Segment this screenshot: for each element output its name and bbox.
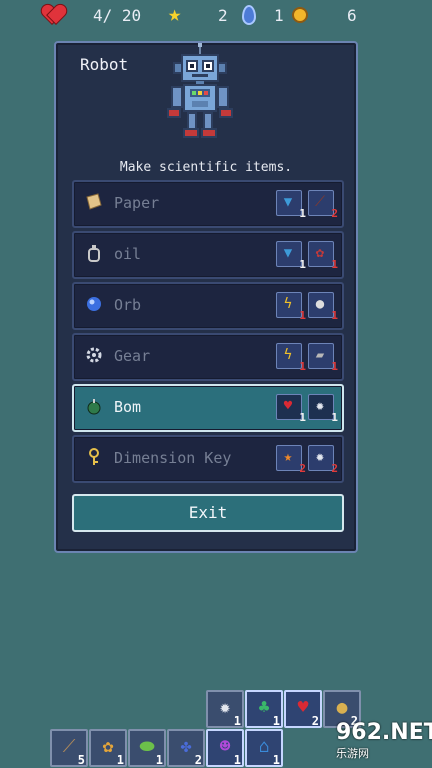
inventory-slot[interactable]: ✹ 1	[206, 690, 244, 728]
recipe-label: Paper	[114, 194, 160, 212]
ingredient-slot: ● 1	[308, 292, 338, 322]
status-bar: 4/ 20 ★ 2 1 6	[0, 0, 432, 30]
gear-icon: ✹	[315, 398, 325, 414]
feather-icon: ⟋	[62, 736, 76, 757]
leaf-icon: ♣	[258, 697, 270, 718]
ingredient-slot: ϟ1	[276, 292, 306, 322]
branch-icon: ⟋	[315, 194, 325, 210]
ingredient-slot: ϟ1	[276, 343, 306, 373]
stars-value: 2	[218, 5, 228, 25]
orb-icon	[87, 297, 101, 311]
lightning-icon: ϟ	[283, 296, 293, 312]
berry-icon: ✿	[315, 245, 325, 261]
watermark-text: 962.NET	[336, 720, 432, 745]
inventory-slot[interactable]: ✤ 2	[167, 729, 205, 767]
seed-icon: ●	[336, 697, 348, 718]
star-icon: ★	[168, 2, 182, 27]
robot-icon	[167, 43, 233, 138]
heart-icon	[42, 5, 64, 25]
flower-icon: ✿	[102, 736, 114, 757]
ingredient-slot: ★ 2	[276, 445, 306, 475]
gear-icon: ✹	[315, 449, 325, 465]
ingredient-slot: ▰ 1	[308, 343, 338, 373]
recipe-dimension-key[interactable]: Dimension Key ★ 2 ✹ 2	[72, 435, 344, 483]
ingredient-slot: ✹ 2	[308, 445, 338, 475]
lightning-icon: ϟ	[283, 347, 293, 363]
recipe-label: Dimension Key	[114, 449, 232, 467]
ingredient-slot: ⟋ 2	[308, 190, 338, 220]
ingredient-slot: ✹ 1	[308, 394, 338, 424]
star-icon: ★	[283, 449, 293, 465]
panel-subtitle: Make scientific items.	[119, 160, 293, 175]
inventory-slot[interactable]: ♣ 1	[245, 690, 283, 728]
hearts-counter	[42, 4, 64, 26]
ingredient-slot: ♥ 1	[276, 394, 306, 424]
bomb-icon	[87, 399, 101, 415]
stone-icon: ●	[315, 296, 325, 312]
inventory-slot[interactable]: ♥ 2	[284, 690, 322, 728]
key-icon	[89, 448, 99, 465]
recipe-oil[interactable]: oil ▼ 1 ✿ 1	[72, 231, 344, 279]
skull-gem-icon: ☻	[219, 736, 231, 757]
watermark-subtext: 乐游网	[336, 747, 369, 760]
crafting-panel: Robot Make scientific items. Paper ▼ 1 ⟋ 2	[54, 41, 358, 553]
recipe-label: Gear	[114, 347, 151, 365]
recipe-label: Bom	[114, 398, 142, 416]
ingredient-slot: ✿ 1	[308, 241, 338, 271]
watermark-logo: 962.NET 乐游网	[336, 720, 432, 768]
recipe-gear[interactable]: Gear ϟ1 ▰ 1	[72, 333, 344, 381]
recipe-bom[interactable]: Bom ♥ 1 ✹ 1	[72, 384, 344, 432]
hearts-value: 4/ 20	[93, 5, 142, 25]
recipe-label: oil	[114, 245, 142, 263]
cloth-icon: ▼	[283, 245, 293, 261]
inventory-slot[interactable]: ☻ 1	[206, 729, 244, 767]
slime-icon: ⬬	[139, 736, 155, 757]
panel-title: Robot	[80, 55, 129, 74]
recipe-paper[interactable]: Paper ▼ 1 ⟋ 2	[72, 180, 344, 228]
inventory-slot[interactable]: ✿ 1	[89, 729, 127, 767]
coin-icon	[292, 7, 308, 23]
bottle-icon: ⌂	[258, 736, 270, 757]
inventory-slot[interactable]: ⬬ 1	[128, 729, 166, 767]
gems-value: 1	[274, 5, 284, 25]
paper-icon	[86, 193, 102, 210]
gem-icon	[242, 5, 256, 25]
gear-icon	[86, 347, 102, 363]
heart-fruit-icon: ♥	[283, 398, 293, 414]
inventory-slot[interactable]: ⌂ 1	[245, 729, 283, 767]
recipe-label: Orb	[114, 296, 142, 314]
exit-button[interactable]: Exit	[72, 494, 344, 532]
coins-value: 6	[347, 5, 357, 25]
heart-fruit-icon: ♥	[297, 697, 309, 718]
ingredient-slot: ▼ 1	[276, 190, 306, 220]
iron-bar-icon: ▰	[315, 347, 325, 363]
cloth-icon: ▼	[283, 194, 293, 210]
recipe-orb[interactable]: Orb ϟ1 ● 1	[72, 282, 344, 330]
berries-icon: ✤	[180, 736, 192, 757]
oil-bottle-icon	[88, 245, 100, 262]
ingredient-slot: ▼ 1	[276, 241, 306, 271]
inventory-slot[interactable]: ⟋ 5	[50, 729, 88, 767]
gear-icon: ✹	[219, 697, 231, 718]
